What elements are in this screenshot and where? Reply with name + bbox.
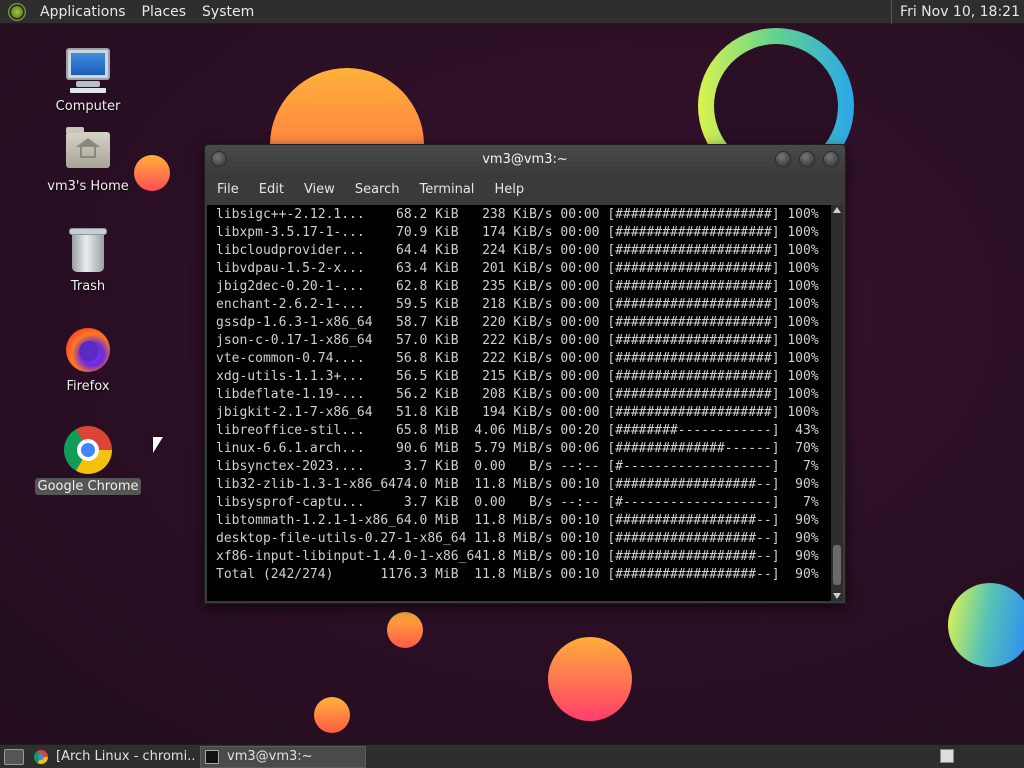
terminal-line: libreoffice-stil... 65.8 MiB 4.06 MiB/s … xyxy=(216,423,819,438)
maximize-button[interactable] xyxy=(799,151,815,167)
wallpaper-orb xyxy=(387,612,423,648)
terminal-line: lib32-zlib-1.3-1-x86_6474.0 MiB 11.8 MiB… xyxy=(216,477,819,492)
terminal-line: libvdpau-1.5-2-x... 63.4 KiB 201 KiB/s 0… xyxy=(216,261,819,276)
terminal-line: Total (242/274) 1176.3 MiB 11.8 MiB/s 00… xyxy=(216,567,819,582)
terminal-window[interactable]: vm3@vm3:~ File Edit View Search Terminal… xyxy=(204,144,846,604)
chrome-icon xyxy=(34,749,48,764)
taskbar-item-label: [Arch Linux - chromi... xyxy=(56,749,196,764)
terminal-line: linux-6.6.1.arch... 90.6 MiB 5.79 MiB/s … xyxy=(216,441,819,456)
trash-icon xyxy=(64,226,112,274)
desktop-icon-label: Firefox xyxy=(66,379,110,394)
desktop-icon-label: Google Chrome xyxy=(34,478,142,495)
minimize-button[interactable] xyxy=(775,151,791,167)
desktop-icon-chrome[interactable]: Google Chrome xyxy=(33,426,143,495)
taskbar-item-terminal[interactable]: vm3@vm3:~ xyxy=(200,745,366,768)
terminal-line: libxpm-3.5.17-1-... 70.9 KiB 174 KiB/s 0… xyxy=(216,225,819,240)
terminal-line: gssdp-1.6.3-1-x86_64 58.7 KiB 220 KiB/s … xyxy=(216,315,819,330)
taskbar-item-label: vm3@vm3:~ xyxy=(227,749,313,764)
chrome-icon xyxy=(64,426,112,474)
terminal-line: jbigkit-2.1-7-x86_64 51.8 KiB 194 KiB/s … xyxy=(216,405,819,420)
menu-terminal[interactable]: Terminal xyxy=(409,182,484,197)
scroll-up-arrow-icon[interactable] xyxy=(833,207,841,213)
menu-edit[interactable]: Edit xyxy=(249,182,294,197)
terminal-line: jbig2dec-0.20-1-... 62.8 KiB 235 KiB/s 0… xyxy=(216,279,819,294)
window-menu-button[interactable] xyxy=(211,151,227,167)
terminal-output[interactable]: libsigc++-2.12.1... 68.2 KiB 238 KiB/s 0… xyxy=(207,205,833,601)
home-folder-icon xyxy=(64,126,112,174)
desktop-icon-label: Computer xyxy=(55,99,121,114)
window-title: vm3@vm3:~ xyxy=(482,152,568,167)
taskbar-item-chrome[interactable]: [Arch Linux - chromi... xyxy=(30,746,196,768)
mate-logo-icon[interactable] xyxy=(8,2,26,21)
places-menu[interactable]: Places xyxy=(134,0,195,24)
terminal-line: vte-common-0.74.... 56.8 KiB 222 KiB/s 0… xyxy=(216,351,819,366)
terminal-line: libsynctex-2023.... 3.7 KiB 0.00 B/s --:… xyxy=(216,459,819,474)
desktop-icon-label: vm3's Home xyxy=(47,179,129,194)
desktop-icon-trash[interactable]: Trash xyxy=(33,226,143,295)
desktop-icon-home[interactable]: vm3's Home xyxy=(33,126,143,195)
terminal-line: enchant-2.6.2-1-... 59.5 KiB 218 KiB/s 0… xyxy=(216,297,819,312)
show-desktop-icon[interactable] xyxy=(4,748,24,765)
terminal-line: xf86-input-libinput-1.4.0-1-x86_641.8 Mi… xyxy=(216,549,819,564)
terminal-line: desktop-file-utils-0.27-1-x86_64 11.8 Mi… xyxy=(216,531,819,546)
terminal-line: libcloudprovider... 64.4 KiB 224 KiB/s 0… xyxy=(216,243,819,258)
clock[interactable]: Fri Nov 10, 18:21 xyxy=(891,0,1024,24)
terminal-line: libsysprof-captu... 3.7 KiB 0.00 B/s --:… xyxy=(216,495,819,510)
bottom-panel: [Arch Linux - chromi... vm3@vm3:~ xyxy=(0,744,1024,768)
wallpaper-orb xyxy=(948,583,1024,667)
firefox-icon xyxy=(64,326,112,374)
terminal-lines: libsigc++-2.12.1... 68.2 KiB 238 KiB/s 0… xyxy=(207,205,833,584)
system-menu[interactable]: System xyxy=(194,0,262,24)
mouse-cursor-icon xyxy=(153,437,163,453)
terminal-icon xyxy=(205,749,219,764)
desktop-icon-firefox[interactable]: Firefox xyxy=(33,326,143,395)
terminal-line: json-c-0.17-1-x86_64 57.0 KiB 222 KiB/s … xyxy=(216,333,819,348)
close-button[interactable] xyxy=(823,151,839,167)
computer-icon xyxy=(64,46,112,94)
wallpaper-orb xyxy=(548,637,632,721)
terminal-line: libsigc++-2.12.1... 68.2 KiB 238 KiB/s 0… xyxy=(216,207,819,222)
desktop-icon-computer[interactable]: Computer xyxy=(33,46,143,115)
desktop-icon-label: Trash xyxy=(70,279,106,294)
menu-file[interactable]: File xyxy=(207,182,249,197)
menu-view[interactable]: View xyxy=(294,182,345,197)
top-panel: Applications Places System Fri Nov 10, 1… xyxy=(0,0,1024,24)
window-titlebar[interactable]: vm3@vm3:~ xyxy=(205,145,845,175)
wallpaper-orb xyxy=(314,697,350,733)
scroll-thumb[interactable] xyxy=(833,545,841,585)
menu-help[interactable]: Help xyxy=(484,182,534,197)
scroll-down-arrow-icon[interactable] xyxy=(833,593,841,599)
terminal-line: libdeflate-1.19-... 56.2 KiB 208 KiB/s 0… xyxy=(216,387,819,402)
terminal-line: xdg-utils-1.1.3+... 56.5 KiB 215 KiB/s 0… xyxy=(216,369,819,384)
terminal-line: libtommath-1.2.1-1-x86_64.0 MiB 11.8 MiB… xyxy=(216,513,819,528)
terminal-menubar: File Edit View Search Terminal Help xyxy=(205,175,845,203)
applications-menu[interactable]: Applications xyxy=(32,0,134,24)
terminal-scrollbar[interactable] xyxy=(831,205,843,601)
workspace-switcher[interactable] xyxy=(940,749,954,763)
menu-search[interactable]: Search xyxy=(345,182,410,197)
